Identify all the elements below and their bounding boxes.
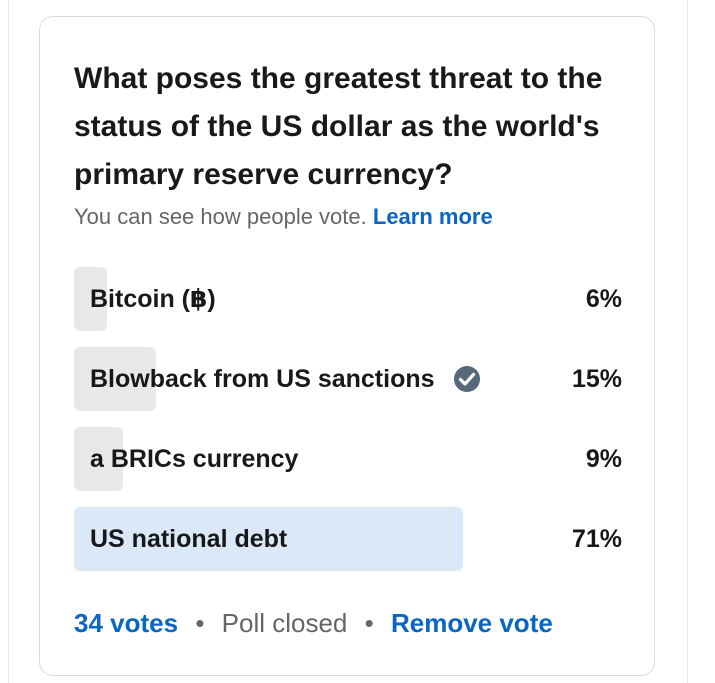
poll-question: What poses the greatest threat to the st… (74, 62, 603, 191)
poll-option-percent: 71% (571, 525, 622, 553)
poll-option-text: Bitcoin (฿) (90, 285, 216, 313)
poll-option-label: US national debt (90, 507, 287, 571)
poll-option-bitcoin: Bitcoin (฿) 6% (74, 267, 622, 331)
poll-card: What poses the greatest threat to the st… (39, 16, 655, 676)
feed-divider-left (8, 0, 9, 683)
poll-option-sanctions: Blowback from US sanctions 15% (74, 347, 622, 411)
poll-option-label: Bitcoin (฿) (90, 267, 216, 331)
poll-option-percent: 6% (585, 285, 622, 313)
poll-option-percent: 15% (571, 365, 622, 393)
poll-option-label: a BRICs currency (90, 427, 298, 491)
poll-option-national-debt: US national debt 71% (74, 507, 622, 571)
visibility-text: You can see how people vote. (74, 204, 367, 229)
separator-dot: • (364, 608, 374, 638)
learn-more-link[interactable]: Learn more (373, 204, 493, 229)
remove-vote-link[interactable]: Remove vote (391, 608, 553, 638)
poll-option-label: Blowback from US sanctions (90, 347, 482, 411)
check-circle-icon (453, 366, 480, 392)
poll-options: Bitcoin (฿) 6% Blowback from US sanction… (74, 267, 622, 587)
votes-count-link[interactable]: 34 votes (74, 608, 178, 638)
poll-option-percent: 9% (585, 445, 622, 473)
poll-visibility-note: You can see how people vote. Learn more (74, 202, 493, 232)
separator-dot: • (195, 608, 205, 638)
poll-status: Poll closed (221, 608, 348, 638)
poll-footer: 34 votes • Poll closed • Remove vote (74, 605, 553, 641)
page: What poses the greatest threat to the st… (0, 0, 715, 683)
poll-option-text: a BRICs currency (90, 445, 299, 473)
feed-divider-right (687, 0, 688, 683)
poll-option-text: Blowback from US sanctions (90, 365, 435, 393)
poll-option-brics: a BRICs currency 9% (74, 427, 622, 491)
poll-option-text: US national debt (90, 525, 288, 553)
